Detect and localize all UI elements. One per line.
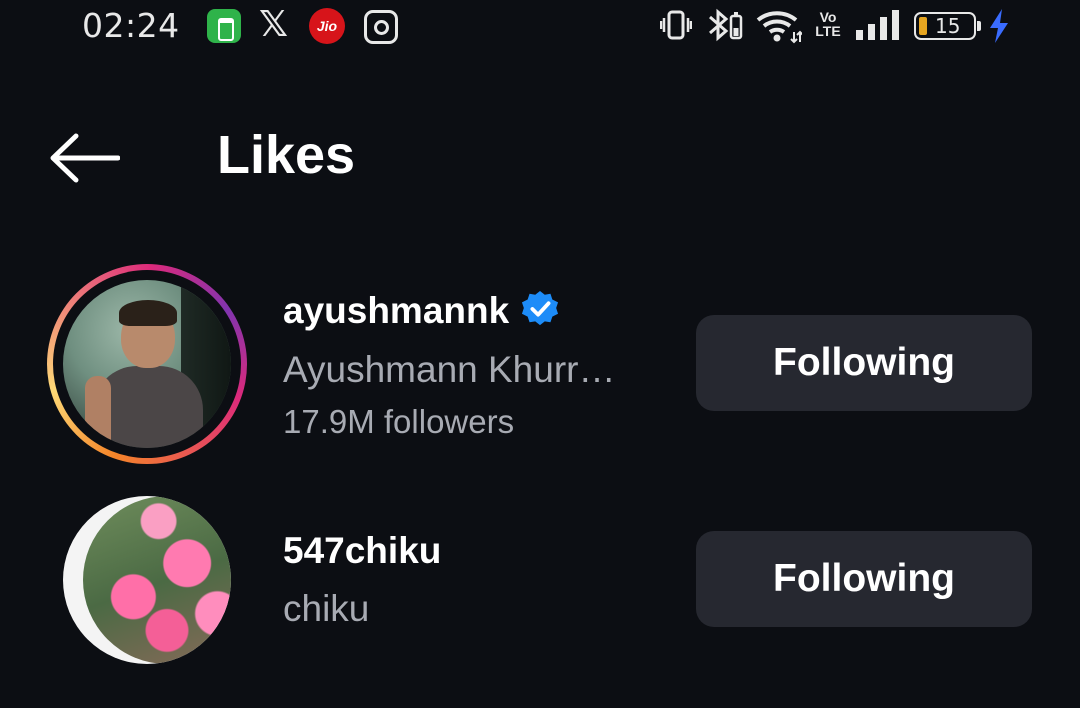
full-name: Ayushmann Khurr… [283,349,616,390]
x-icon: 𝕏 [259,4,289,45]
username-row[interactable]: ayushmannk [283,290,559,332]
username[interactable]: 547chiku [283,530,441,572]
avatar[interactable] [63,280,231,448]
signal-icon [856,10,899,40]
following-button[interactable]: Following [696,315,1032,411]
following-button[interactable]: Following [696,531,1032,627]
vibrate-icon [660,10,692,40]
app-green-icon [207,9,241,43]
charging-icon [990,9,1008,43]
wifi-icon [756,11,802,44]
page-title: Likes [217,125,356,185]
battery-icon: 15 [914,12,981,40]
status-time: 02:24 [82,6,180,45]
username[interactable]: ayushmannk [283,290,509,331]
avatar[interactable] [63,496,231,664]
battery-level: 15 [935,14,961,38]
jio-icon: Jio [309,8,345,44]
full-name: chiku [283,588,370,629]
list-item[interactable]: 547chiku chiku Following [0,478,1080,708]
verified-badge-icon [522,291,559,326]
list-item[interactable]: ayushmannk Ayushmann Khurr… 17.9M follow… [0,262,1080,492]
status-bar: 02:24 𝕏 Jio Vo LTE 15 [0,0,1080,52]
back-arrow-icon[interactable] [48,130,120,186]
volte-label: Vo LTE [815,9,841,39]
instagram-icon [364,10,398,44]
follower-count: 17.9M followers [283,403,515,440]
bluetooth-battery-icon [709,8,743,42]
